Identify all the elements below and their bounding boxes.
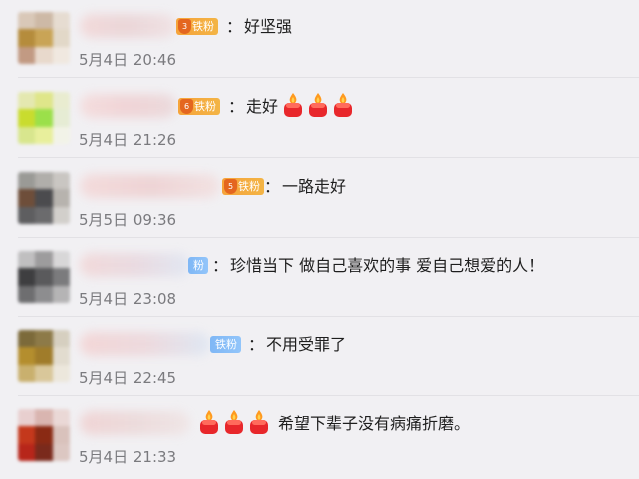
comment-item: 铁粉 ： 不用受罪了 5月4日 22:45 [0, 318, 639, 396]
username-blurred[interactable] [80, 94, 176, 118]
comment-text: 不用受罪了 [266, 335, 347, 354]
user-avatar[interactable] [18, 172, 70, 224]
candle-emoji-icon [198, 409, 220, 435]
comment-time: 5月5日 09:36 [79, 211, 177, 229]
user-avatar[interactable] [18, 12, 70, 64]
comment-item: 希望下辈子没有病痛折磨。 5月4日 21:33 [0, 397, 639, 475]
divider [18, 237, 639, 238]
comment-item: 5 铁粉 ： 一路走好 5月5日 09:36 [0, 160, 639, 238]
badge-label: 铁粉 [194, 100, 216, 113]
candle-emoji-group [282, 92, 354, 118]
candle-emoji-icon [248, 409, 270, 435]
divider [18, 157, 639, 158]
badge-label: 粉 [193, 259, 204, 272]
user-avatar[interactable] [18, 92, 70, 144]
comment-time: 5月4日 20:46 [79, 51, 177, 69]
colon: ： [228, 97, 245, 116]
badge-label: 铁粉 [192, 20, 214, 33]
username-blurred[interactable] [80, 332, 210, 356]
level-badge-icon: 5 [224, 179, 237, 194]
colon: ： [248, 335, 265, 354]
user-avatar[interactable] [18, 409, 70, 461]
comment-time: 5月4日 23:08 [79, 290, 177, 308]
username-blurred[interactable] [80, 174, 220, 198]
level-badge-icon: 3 [178, 19, 191, 34]
fan-badge: 铁粉 [210, 336, 241, 353]
comment-text: 珍惜当下 做自己喜欢的事 爱自己想爱的人！ [230, 256, 545, 275]
fan-badge: 3 铁粉 [176, 18, 218, 35]
username-blurred[interactable] [80, 253, 190, 277]
candle-emoji-icon [332, 92, 354, 118]
fan-badge: 粉 [188, 257, 208, 274]
comment-item: 3 铁粉 ： 好坚强 5月4日 20:46 [0, 0, 639, 78]
colon: ： [212, 256, 229, 275]
level-badge-icon: 6 [180, 99, 193, 114]
candle-emoji-icon [307, 92, 329, 118]
divider [18, 316, 639, 317]
fan-badge: 5 铁粉 [222, 178, 264, 195]
fan-badge: 6 铁粉 [178, 98, 220, 115]
comment-time: 5月4日 22:45 [79, 369, 177, 387]
comment-text: 好坚强 [244, 17, 293, 36]
comment-time: 5月4日 21:26 [79, 131, 177, 149]
divider [18, 395, 639, 396]
divider [18, 77, 639, 78]
colon: ： [264, 177, 281, 196]
user-avatar[interactable] [18, 251, 70, 303]
colon: ： [226, 17, 243, 36]
comment-text: 走好 [246, 97, 279, 116]
username-blurred[interactable] [80, 14, 176, 38]
comment-item: 粉 ： 珍惜当下 做自己喜欢的事 爱自己想爱的人！ 5月4日 23:08 [0, 239, 639, 317]
username-blurred[interactable] [80, 411, 190, 435]
badge-label: 铁粉 [238, 180, 260, 193]
comment-text: 一路走好 [282, 177, 347, 196]
comment-time: 5月4日 21:33 [79, 448, 177, 466]
comment-text: 希望下辈子没有病痛折磨。 [278, 414, 471, 433]
candle-emoji-group [198, 409, 270, 435]
badge-label: 铁粉 [215, 338, 237, 351]
user-avatar[interactable] [18, 330, 70, 382]
comment-item: 6 铁粉 ： 走好 5月4日 21:26 [0, 80, 639, 158]
candle-emoji-icon [223, 409, 245, 435]
candle-emoji-icon [282, 92, 304, 118]
